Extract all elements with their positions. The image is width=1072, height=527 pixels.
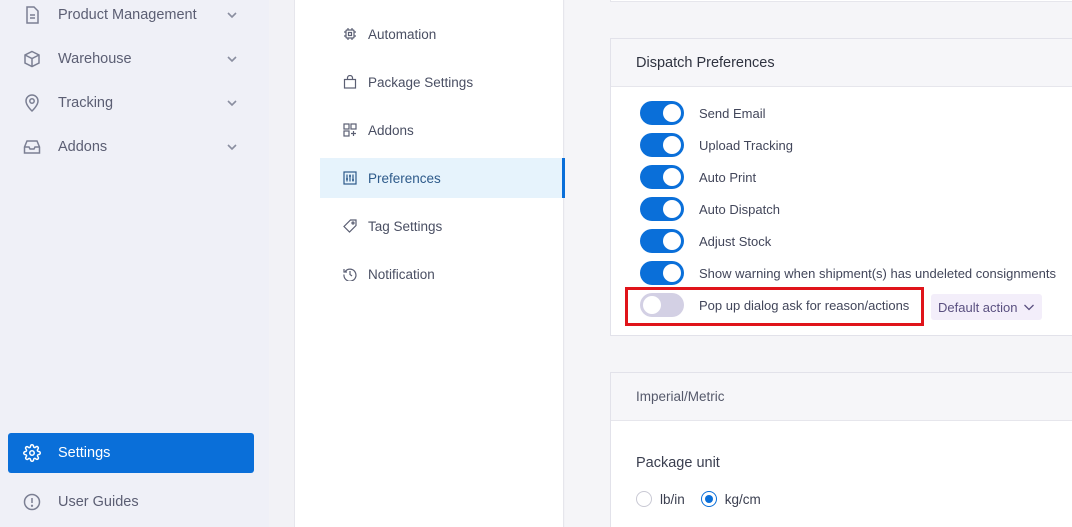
info-circle-icon xyxy=(22,492,42,512)
submenu-item-package-settings[interactable]: Package Settings xyxy=(320,62,565,102)
pref-row-auto-print: Auto Print xyxy=(640,165,756,189)
pref-label: Adjust Stock xyxy=(699,233,772,249)
nav-item-settings[interactable]: Settings xyxy=(8,433,254,473)
nav-item-label: User Guides xyxy=(58,494,139,510)
radio-label: lb/in xyxy=(660,491,685,507)
grid-plus-icon xyxy=(342,122,358,138)
submenu-item-addons[interactable]: Addons xyxy=(320,110,565,150)
gear-icon xyxy=(22,443,42,463)
pref-label: Pop up dialog ask for reason/actions xyxy=(699,297,910,313)
chip-icon xyxy=(342,26,358,42)
adjust-stock-toggle[interactable] xyxy=(640,229,684,253)
main-sidebar: Product Management Warehouse Tracking Ad… xyxy=(0,0,269,527)
chevron-down-icon xyxy=(227,56,237,63)
nav-item-product-management[interactable]: Product Management xyxy=(8,0,254,35)
tag-icon xyxy=(342,218,358,234)
submenu-item-tag-settings[interactable]: Tag Settings xyxy=(320,206,565,246)
nav-item-label: Settings xyxy=(58,445,111,461)
layout-gutter xyxy=(269,0,294,527)
pref-label: Upload Tracking xyxy=(699,137,793,153)
submenu-item-label: Notification xyxy=(368,266,435,282)
previous-card-edge xyxy=(610,0,1072,2)
dispatch-preferences-card: Dispatch Preferences Send Email Upload T… xyxy=(610,38,1072,336)
settings-submenu: Automation Package Settings Addons Prefe… xyxy=(294,0,565,527)
nav-item-label: Addons xyxy=(58,139,108,155)
clock-history-icon xyxy=(342,266,358,282)
pref-label: Auto Print xyxy=(699,169,757,185)
pref-row-auto-dispatch: Auto Dispatch xyxy=(640,197,780,221)
nav-item-warehouse[interactable]: Warehouse xyxy=(8,39,254,79)
submenu-item-label: Package Settings xyxy=(368,74,474,90)
card-title: Imperial/Metric xyxy=(636,389,725,404)
card-title: Dispatch Preferences xyxy=(636,54,775,71)
chevron-down-icon xyxy=(1023,304,1034,311)
package-unit-label: Package unit xyxy=(636,455,720,471)
pref-row-popup-dialog: Pop up dialog ask for reason/actions xyxy=(640,293,909,317)
card-header: Dispatch Preferences xyxy=(611,39,1072,87)
popup-dialog-toggle[interactable] xyxy=(640,293,684,317)
nav-item-user-guides[interactable]: User Guides xyxy=(8,482,254,522)
sliders-icon xyxy=(342,170,358,186)
submenu-item-label: Automation xyxy=(368,26,437,42)
location-pin-icon xyxy=(22,93,42,113)
default-action-label: Default action xyxy=(938,299,1018,315)
pref-label: Send Email xyxy=(699,105,766,121)
chevron-down-icon xyxy=(227,144,237,151)
chevron-down-icon xyxy=(227,100,237,107)
nav-item-addons[interactable]: Addons xyxy=(8,127,254,167)
submenu-item-label: Tag Settings xyxy=(368,218,443,234)
pref-row-show-warning: Show warning when shipment(s) has undele… xyxy=(640,261,1056,285)
nav-item-label: Tracking xyxy=(58,95,114,111)
nav-item-label: Warehouse xyxy=(58,51,132,67)
submenu-item-preferences[interactable]: Preferences xyxy=(320,158,565,198)
nav-item-tracking[interactable]: Tracking xyxy=(8,83,254,123)
submenu-item-label: Preferences xyxy=(368,170,441,186)
lb-in-radio[interactable] xyxy=(636,491,652,507)
box-icon xyxy=(22,49,42,69)
imperial-metric-card: Imperial/Metric Package unit lb/in kg/cm xyxy=(610,372,1072,527)
default-action-dropdown[interactable]: Default action xyxy=(931,294,1042,320)
submenu-item-notification[interactable]: Notification xyxy=(320,254,565,294)
package-unit-options: lb/in kg/cm xyxy=(636,491,777,507)
radio-label: kg/cm xyxy=(724,491,761,507)
shopping-bag-icon xyxy=(342,74,358,90)
pref-row-upload-tracking: Upload Tracking xyxy=(640,133,793,157)
kg-cm-radio[interactable] xyxy=(700,491,717,507)
pref-label: Auto Dispatch xyxy=(699,201,780,217)
pref-row-send-email: Send Email xyxy=(640,101,765,125)
nav-item-label: Product Management xyxy=(58,7,197,23)
pref-label: Show warning when shipment(s) has undele… xyxy=(699,265,1056,281)
auto-dispatch-toggle[interactable] xyxy=(640,197,684,221)
send-email-toggle[interactable] xyxy=(640,101,684,125)
chevron-down-icon xyxy=(227,12,237,19)
submenu-item-label: Addons xyxy=(368,122,414,138)
auto-print-toggle[interactable] xyxy=(640,165,684,189)
pref-row-adjust-stock: Adjust Stock xyxy=(640,229,771,253)
card-header: Imperial/Metric xyxy=(611,373,1072,421)
show-warning-toggle[interactable] xyxy=(640,261,684,285)
document-icon xyxy=(22,5,42,25)
submenu-item-automation[interactable]: Automation xyxy=(320,14,565,54)
inbox-icon xyxy=(22,137,42,157)
upload-tracking-toggle[interactable] xyxy=(640,133,684,157)
